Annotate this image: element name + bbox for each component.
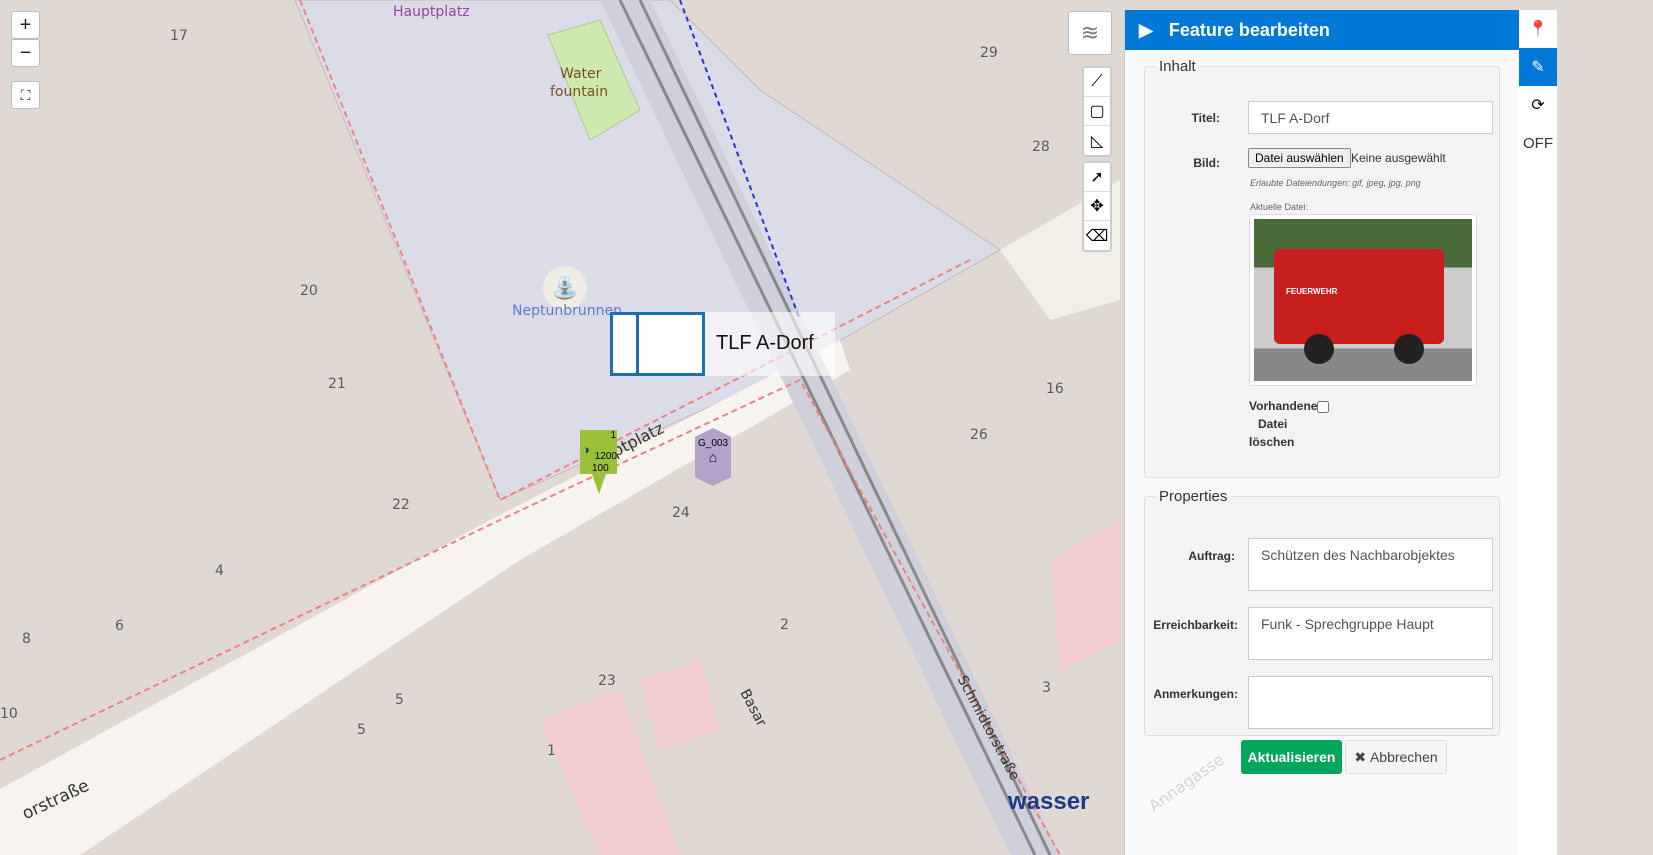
fieldset-legend: Inhalt [1159,58,1196,75]
map-label: Neptunbrunnen [512,303,622,319]
zoom-in-button[interactable]: + [11,11,40,39]
house-number: 22 [392,497,410,513]
bild-label: Bild: [1193,156,1220,170]
erreichbarkeit-label: Erreichbarkeit: [1153,618,1238,632]
layers-icon[interactable]: ≋ [1068,11,1112,55]
house-number: 4 [215,563,224,579]
refresh-icon[interactable]: ⟳ [1519,86,1557,124]
house-number: 24 [672,505,690,521]
pin-icon[interactable]: 📍 [1519,10,1557,48]
feature-label-box[interactable]: TLF A-Dorf [610,312,835,376]
house-number: 28 [1032,139,1050,155]
house-number: 2 [780,617,789,633]
file-hint: Erlaubte Dateiendungen: gif, jpeg, jpg, … [1250,178,1421,188]
draw-line-icon[interactable]: ⟋ [1084,68,1110,97]
edit-icon[interactable]: ✎ [1519,48,1557,86]
close-icon: ✖ [1354,748,1370,765]
draw-toolbar: ⟋ ▢ ◺ [1082,66,1112,157]
image-text: FEUERWEHR [1286,287,1338,296]
house-icon: ⌂ [708,449,718,465]
toggle-off[interactable]: OFF [1519,124,1557,162]
panel-header[interactable]: ▶ Feature bearbeiten [1125,10,1519,50]
marker-count: 1 [610,430,616,441]
house-number: 26 [970,427,988,443]
edit-toolbar: ➚ ✥ ⌫ [1082,161,1112,252]
house-number: 5 [395,692,404,708]
fieldset-legend: Properties [1159,488,1228,505]
marker-value: 1200 [594,451,617,462]
marker-value: 100 [592,463,609,474]
side-rail: 📍 ✎ ⟳ OFF [1519,10,1557,855]
draw-polygon-icon[interactable]: ◺ [1084,126,1110,155]
tactical-icon: ◑ [582,442,590,457]
file-status: Keine ausgewählt [1351,151,1446,165]
map-label: Hauptplatz [393,4,470,20]
house-number: 1 [547,743,556,759]
titel-label: Titel: [1191,111,1220,125]
logo: wasser [1008,788,1090,815]
panel-title: Feature bearbeiten [1168,19,1330,40]
fullscreen-icon[interactable]: ⛶ [11,81,40,109]
cancel-label: Abbrechen [1369,749,1438,765]
anmerkungen-label: Anmerkungen: [1153,687,1238,701]
house-number: 20 [300,283,318,299]
delete-file-checkbox[interactable] [1317,400,1330,413]
delete-file-label: Vorhandene Datei löschen [1249,397,1330,451]
erreichbarkeit-textarea[interactable]: Funk - Sprechgruppe Haupt [1248,607,1493,660]
move-icon[interactable]: ✥ [1084,192,1110,221]
house-number: 17 [170,28,188,44]
house-number: 8 [22,631,31,647]
feature-edit-panel: ▶ Feature bearbeiten Inhalt Titel: TLF A-… [1124,10,1519,855]
object-marker[interactable]: G_003 ⌂ [695,428,731,486]
street-label-annagasse: Annagasse [1145,749,1228,816]
feature-label: TLF A-Dorf [716,332,814,354]
select-icon[interactable]: ➚ [1084,163,1110,192]
auftrag-textarea[interactable]: Schützen des Nachbarobjektes [1248,538,1493,591]
house-number: 23 [598,673,616,689]
house-number: 29 [980,45,998,61]
collapse-caret-icon[interactable]: ▶ [1139,20,1153,41]
update-button[interactable]: Aktualisieren [1241,740,1342,774]
house-number: 16 [1046,381,1064,397]
cancel-button[interactable]: ✖ Abbrechen [1345,740,1447,774]
zoom-out-button[interactable]: − [11,39,40,67]
house-number: 3 [1042,680,1051,696]
inhalt-fieldset: Inhalt Titel: TLF A-Dorf Bild: Datei aus… [1144,58,1500,478]
anmerkungen-textarea[interactable] [1248,676,1493,729]
vehicle-marker[interactable]: 1 ◑ 1200 100 [580,430,617,494]
map-label: fountain [550,84,609,100]
auftrag-label: Auftrag: [1188,549,1235,563]
current-image: FEUERWEHR [1249,214,1477,386]
eraser-icon[interactable]: ⌫ [1084,221,1110,250]
house-number: 5 [357,722,366,738]
current-file-label: Aktuelle Datei: [1250,202,1309,212]
feature-shape[interactable] [610,312,705,376]
house-number: 10 [0,706,18,722]
file-choose-button[interactable]: Datei auswählen [1248,148,1351,168]
house-number: 6 [115,618,124,634]
map-label: Water [560,66,602,82]
house-number: 21 [328,376,346,392]
properties-fieldset: Properties Auftrag: Schützen des Nachbar… [1144,488,1500,736]
draw-rectangle-icon[interactable]: ▢ [1084,97,1110,126]
titel-input[interactable]: TLF A-Dorf [1248,101,1493,134]
